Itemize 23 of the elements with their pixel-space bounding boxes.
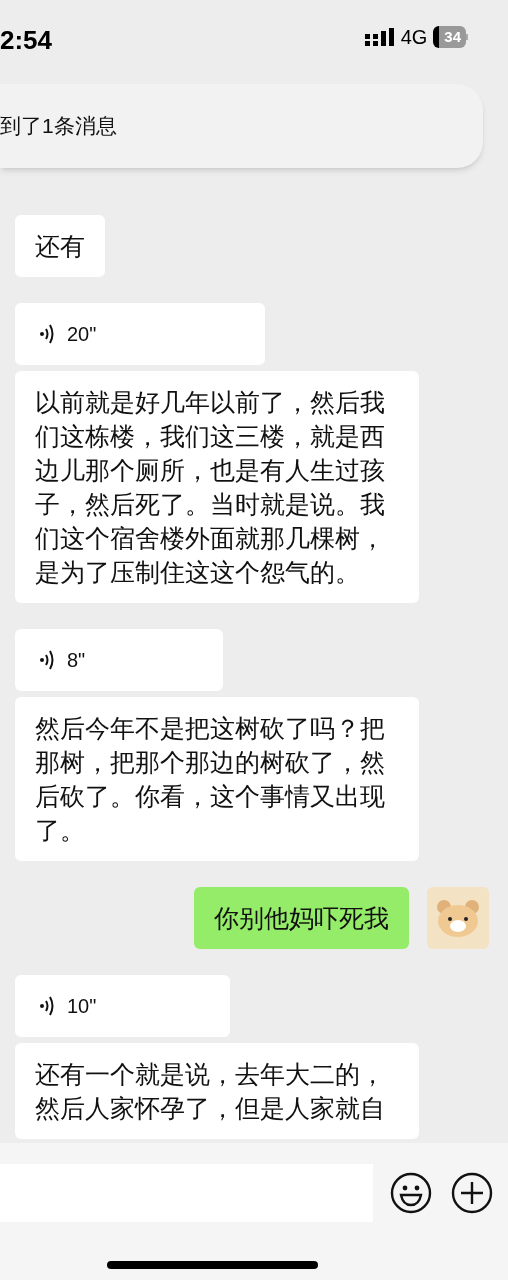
- voice-message[interactable]: 10": [15, 975, 230, 1037]
- status-time: 2:54: [0, 24, 53, 57]
- bear-avatar-icon: [435, 898, 481, 938]
- message-bubble: 还有: [15, 215, 105, 277]
- voice-icon: [39, 995, 55, 1017]
- voice-icon: [39, 649, 55, 671]
- battery-indicator: 34: [433, 26, 468, 48]
- voice-message[interactable]: 20": [15, 303, 265, 365]
- notification-banner[interactable]: 到了1条消息: [0, 84, 483, 168]
- voice-message[interactable]: 8": [15, 629, 223, 691]
- message-bubble: 还有一个就是说，去年大二的，然后人家怀孕了，但是人家就自: [15, 1043, 419, 1139]
- voice-duration: 20": [67, 322, 97, 347]
- voice-icon: [39, 323, 55, 345]
- message-bubble: 你别他妈吓死我: [194, 887, 409, 949]
- voice-duration: 10": [67, 994, 97, 1019]
- network-label: 4G: [400, 25, 428, 50]
- plus-icon[interactable]: [451, 1172, 493, 1214]
- voice-duration: 8": [67, 648, 86, 673]
- message-bubble: 以前就是好几年以前了，然后我们这栋楼，我们这三楼，就是西边儿那个厕所，也是有人生过孩子，然后死了。当时就是说。我们这个宿舍楼外面就那几棵树，是为了压制住这这个怨气的。: [15, 371, 419, 603]
- emoji-icon[interactable]: [390, 1172, 432, 1214]
- notification-text: 到了1条消息: [0, 113, 117, 140]
- signal-icon: [364, 28, 395, 46]
- message-bubble: 然后今年不是把这树砍了吗？把那树，把那个那边的树砍了，然后砍了。你看，这个事情又出现了。: [15, 697, 419, 861]
